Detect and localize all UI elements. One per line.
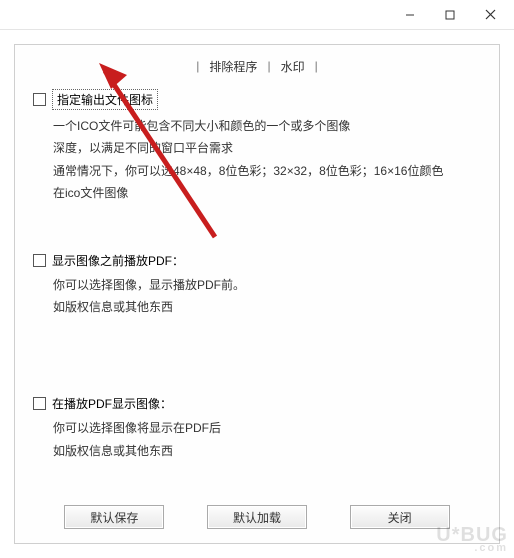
maximize-button[interactable]	[430, 1, 470, 29]
save-default-button[interactable]: 默认保存	[64, 505, 164, 529]
close-icon	[485, 9, 496, 20]
checkbox-output-icon[interactable]	[33, 93, 46, 106]
tab-exclude-program[interactable]: 排除程序	[205, 58, 261, 75]
desc-line: 如版权信息或其他东西	[53, 441, 481, 461]
desc-line: 你可以选择图像将显示在PDF后	[53, 418, 481, 438]
load-default-button[interactable]: 默认加载	[207, 505, 307, 529]
main-panel: | 排除程序 | 水印 | 指定输出文件图标 一个ICO文件可能包含不同大小和颜…	[14, 44, 500, 544]
desc-line: 你可以选择图像，显示播放PDF前。	[53, 275, 481, 295]
section-after-pdf: 在播放PDF显示图像： 你可以选择图像将显示在PDF后 如版权信息或其他东西	[15, 383, 499, 467]
section-output-icon: 指定输出文件图标 一个ICO文件可能包含不同大小和颜色的一个或多个图像 深度，以…	[15, 77, 499, 210]
close-button[interactable]	[470, 1, 510, 29]
watermark-prefix: U	[436, 524, 451, 546]
tab-bar: | 排除程序 | 水印 |	[15, 55, 499, 77]
desc-line: 深度，以满足不同的窗口平台需求	[53, 138, 481, 158]
checkbox-label-output-icon: 指定输出文件图标	[52, 89, 158, 110]
section-before-pdf: 显示图像之前播放PDF： 你可以选择图像，显示播放PDF前。 如版权信息或其他东…	[15, 240, 499, 324]
desc-line: 通常情况下，你可以选48×48，8位色彩；32×32，8位色彩；16×16位颜色	[53, 161, 481, 181]
minimize-button[interactable]	[390, 1, 430, 29]
checkbox-label-after-pdf: 在播放PDF显示图像：	[52, 395, 172, 412]
desc-line: 一个ICO文件可能包含不同大小和颜色的一个或多个图像	[53, 116, 481, 136]
tab-separator: |	[190, 59, 205, 73]
tab-watermark[interactable]: 水印	[277, 58, 309, 75]
tab-separator: |	[309, 59, 324, 73]
desc-line: 如版权信息或其他东西	[53, 297, 481, 317]
minimize-icon	[405, 10, 415, 20]
button-row: 默认保存 默认加载 关闭	[15, 505, 499, 529]
checkbox-before-pdf[interactable]	[33, 254, 46, 267]
close-dialog-button[interactable]: 关闭	[350, 505, 450, 529]
checkbox-after-pdf[interactable]	[33, 397, 46, 410]
tab-separator: |	[261, 59, 276, 73]
window-titlebar	[0, 0, 514, 30]
site-watermark: U*BUG .com	[436, 526, 508, 554]
maximize-icon	[445, 10, 455, 20]
desc-line: 在ico文件图像	[53, 183, 481, 203]
checkbox-label-before-pdf: 显示图像之前播放PDF：	[52, 252, 184, 269]
